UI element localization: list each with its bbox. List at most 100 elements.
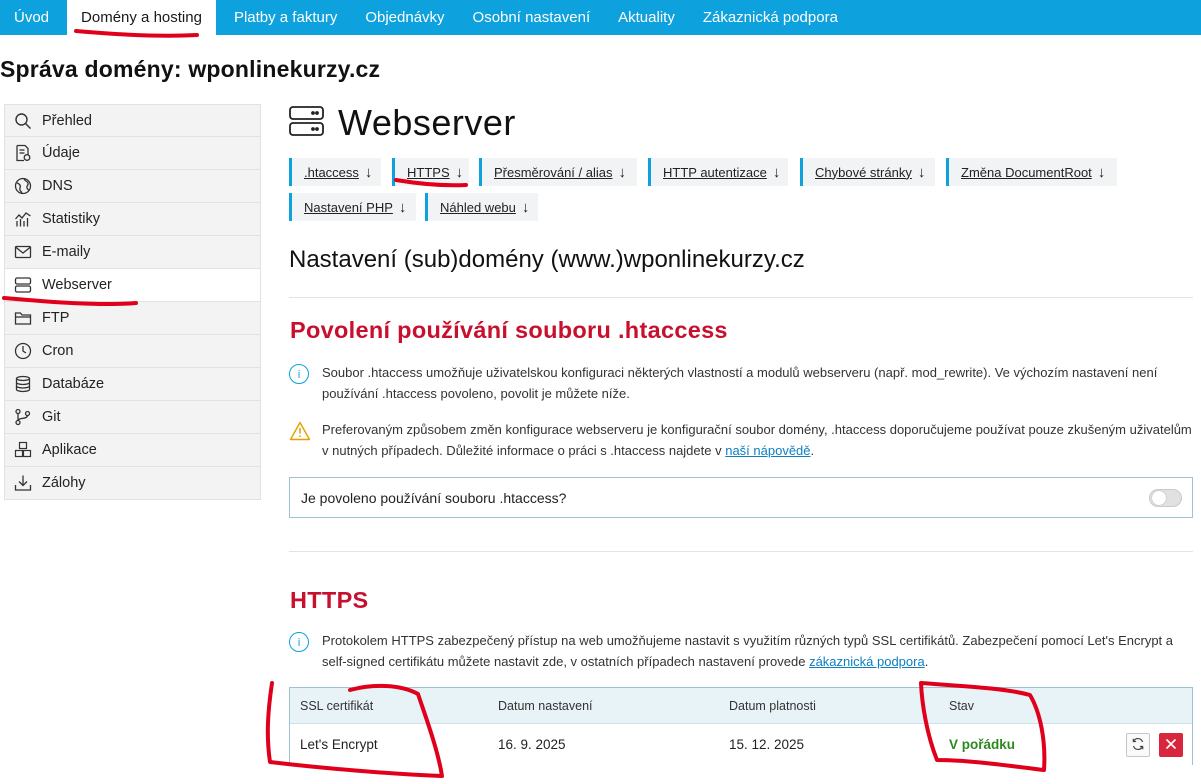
arrow-down-icon: ↓: [455, 163, 464, 181]
nav-item-platby-a-faktury[interactable]: Platby a faktury: [220, 0, 351, 35]
col-header-ssl-certifikat: SSL certifikát: [300, 698, 374, 713]
arrow-down-icon: ↓: [398, 198, 407, 216]
server-icon: [289, 105, 325, 142]
sidebar-item-label: Databáze: [42, 376, 105, 392]
tab-chybove-stranky[interactable]: Chybové stránky ↓: [800, 158, 935, 186]
tab-htaccess[interactable]: .htaccess ↓: [289, 158, 381, 186]
sidebar-item-label: E-maily: [42, 244, 91, 260]
col-header-stav: Stav: [949, 698, 975, 713]
tab-zmena-documentroot[interactable]: Změna DocumentRoot ↓: [946, 158, 1117, 186]
server-icon: [13, 275, 33, 295]
col-header-datum-nastaveni: Datum nastavení: [498, 698, 593, 713]
tab-label: Náhled webu: [440, 199, 516, 215]
mail-icon: [13, 242, 33, 262]
webserver-header: Webserver: [289, 95, 1193, 151]
ssl-table: SSL certifikát Datum nastavení Datum pla…: [289, 687, 1193, 765]
nav-item-uvod[interactable]: Úvod: [0, 0, 63, 35]
sidebar-item-prehled[interactable]: Přehled: [4, 104, 261, 137]
info-icon: i: [289, 364, 309, 384]
htaccess-section-title: Povolení používání souboru .htaccess: [290, 317, 728, 343]
tab-nahled-webu[interactable]: Náhled webu ↓: [425, 193, 538, 221]
nav-item-zakaznicka-podpora[interactable]: Zákaznická podpora: [689, 0, 852, 35]
page-title: Správa domény: wponlinekurzy.cz: [0, 56, 381, 82]
arrow-down-icon: ↓: [364, 163, 373, 181]
info-icon: i: [289, 632, 309, 652]
https-info-body: Protokolem HTTPS zabezpečený přístup na …: [322, 633, 1174, 669]
col-header-datum-platnosti: Datum platnosti: [729, 698, 816, 713]
ssl-table-header: SSL certifikát Datum nastavení Datum pla…: [290, 688, 1192, 723]
cell-datum-nastaveni: 16. 9. 2025: [498, 737, 566, 752]
sidebar-item-aplikace[interactable]: Aplikace: [4, 434, 261, 467]
subdomain-title: Nastavení (sub)domény (www.)wponlinekurz…: [289, 246, 805, 273]
arrow-down-icon: ↓: [1097, 163, 1106, 181]
sidebar-item-zalohy[interactable]: Zálohy: [4, 467, 261, 500]
nav-item-objednavky[interactable]: Objednávky: [351, 0, 458, 35]
https-info-end: .: [924, 654, 929, 669]
apps-icon: [13, 440, 33, 460]
close-icon: [1165, 738, 1177, 753]
sidebar-item-label: Údaje: [42, 145, 80, 161]
renew-certificate-button[interactable]: [1126, 733, 1150, 757]
htaccess-warning-note: Preferovaným způsobem změn konfigurace w…: [289, 419, 1193, 461]
divider: [289, 551, 1193, 552]
htaccess-info-text: Soubor .htaccess umožňuje uživatelskou k…: [322, 365, 1158, 401]
sidebar-item-label: Aplikace: [42, 442, 97, 458]
htaccess-warning-text: Preferovaným způsobem změn konfigurace w…: [322, 419, 1193, 461]
sidebar-item-label: Cron: [42, 343, 74, 359]
sidebar-item-label: Přehled: [42, 112, 92, 129]
arrow-down-icon: ↓: [772, 163, 781, 181]
git-icon: [13, 407, 33, 427]
https-info-note: i Protokolem HTTPS zabezpečený přístup n…: [289, 630, 1193, 672]
sidebar-item-dns[interactable]: DNS: [4, 170, 261, 203]
tab-label: Změna DocumentRoot: [961, 164, 1092, 180]
support-link[interactable]: zákaznická podpora: [809, 654, 925, 669]
tab-nastaveni-php[interactable]: Nastavení PHP ↓: [289, 193, 416, 221]
tab-presmerovani-alias[interactable]: Přesměrování / alias ↓: [479, 158, 637, 186]
download-icon: [13, 473, 33, 493]
sidebar-item-ftp[interactable]: FTP: [4, 302, 261, 335]
top-navigation: Úvod Domény a hosting Platby a faktury O…: [0, 0, 1201, 35]
tab-label: HTTPS: [407, 164, 450, 180]
refresh-icon: [1131, 737, 1145, 754]
clock-icon: [13, 341, 33, 361]
sidebar-item-databaze[interactable]: Databáze: [4, 368, 261, 401]
delete-certificate-button[interactable]: [1159, 733, 1183, 757]
nav-item-domeny-a-hosting[interactable]: Domény a hosting: [67, 0, 216, 35]
arrow-down-icon: ↓: [521, 198, 530, 216]
sidebar-item-label: FTP: [42, 310, 70, 326]
htaccess-toggle-row: Je povoleno používání souboru .htaccess?: [289, 477, 1193, 518]
database-icon: [13, 374, 33, 394]
tab-http-autentizace[interactable]: HTTP autentizace ↓: [648, 158, 788, 186]
status-badge: V pořádku: [949, 737, 1016, 752]
sidebar-item-label: Zálohy: [42, 475, 86, 491]
https-section-title: HTTPS: [290, 587, 369, 613]
arrow-down-icon: ↓: [917, 163, 926, 181]
warning-text-end: .: [810, 443, 815, 458]
main-content: Webserver .htaccess ↓ HTTPS ↓ Přesměrování…: [289, 95, 1193, 765]
sidebar-item-cron[interactable]: Cron: [4, 335, 261, 368]
tab-https[interactable]: HTTPS ↓: [392, 158, 469, 186]
sidebar-item-label: Webserver: [42, 277, 112, 293]
htaccess-toggle-switch[interactable]: [1149, 488, 1182, 507]
sidebar-item-e-maily[interactable]: E-maily: [4, 236, 261, 269]
sidebar-item-statistiky[interactable]: Statistiky: [4, 203, 261, 236]
sidebar-item-git[interactable]: Git: [4, 401, 261, 434]
sidebar-item-label: DNS: [42, 178, 73, 194]
tab-label: Nastavení PHP: [304, 199, 393, 215]
sidebar-item-label: Statistiky: [42, 211, 101, 227]
nav-item-aktuality[interactable]: Aktuality: [604, 0, 689, 35]
cell-ssl-certifikat: Let's Encrypt: [300, 737, 378, 752]
nav-item-osobni-nastaveni[interactable]: Osobní nastavení: [459, 0, 605, 35]
arrow-down-icon: ↓: [618, 163, 627, 181]
htaccess-toggle-label: Je povoleno používání souboru .htaccess?: [301, 489, 567, 506]
search-icon: [13, 111, 33, 131]
warning-icon: [289, 421, 311, 444]
sidebar-item-udaje[interactable]: Údaje: [4, 137, 261, 170]
chart-icon: [13, 209, 33, 229]
https-info-text: Protokolem HTTPS zabezpečený přístup na …: [322, 630, 1193, 672]
help-link[interactable]: naší nápovědě: [725, 443, 810, 458]
tab-label: Přesměrování / alias: [494, 164, 613, 180]
table-row: Let's Encrypt 16. 9. 2025 15. 12. 2025 V…: [290, 723, 1192, 765]
sidebar-item-webserver[interactable]: Webserver: [4, 269, 261, 302]
sidebar: Přehled Údaje DNS Statistiky E-maily Web…: [4, 104, 261, 500]
